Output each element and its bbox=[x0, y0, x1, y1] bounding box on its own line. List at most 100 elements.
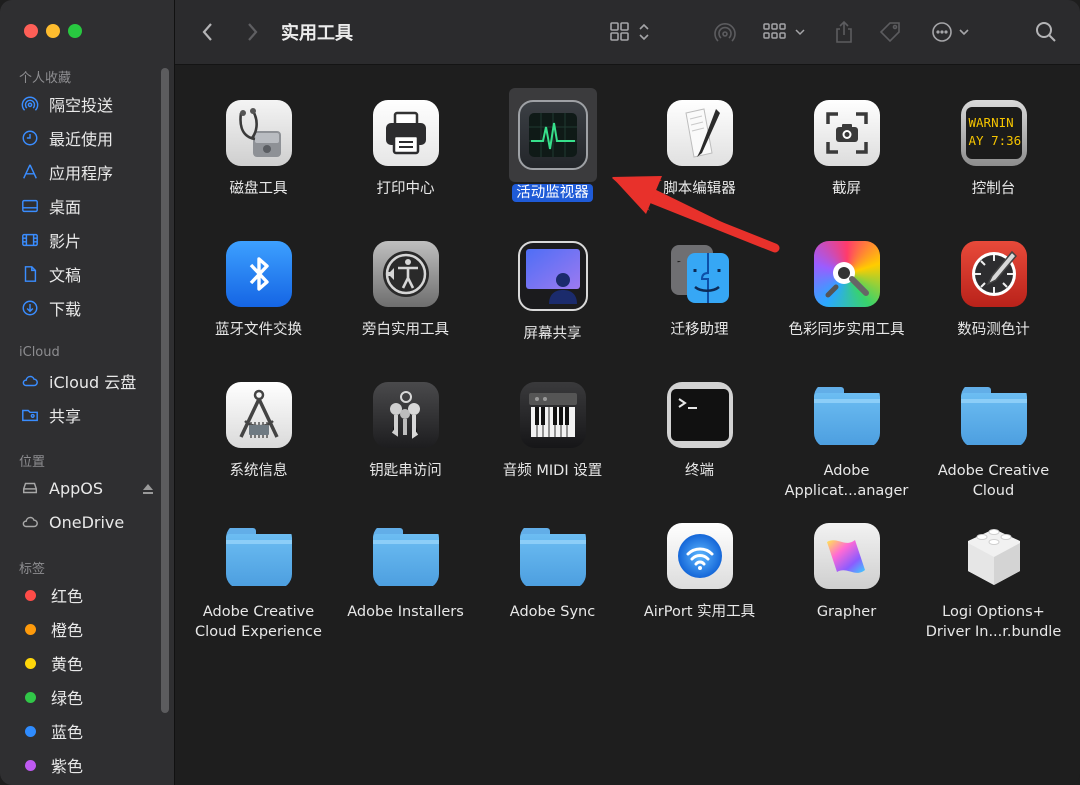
search-icon bbox=[1036, 22, 1056, 42]
grid-item-adobe-cc-experience[interactable]: Adobe Creative Cloud Experience bbox=[185, 523, 332, 642]
sidebar-item-shared[interactable]: 共享 bbox=[20, 401, 155, 429]
grid-item-adobe-application-manager[interactable]: Adobe Applicat...anager bbox=[773, 382, 920, 501]
sidebar-section-tags: 标签 bbox=[19, 562, 46, 577]
bluetooth-icon bbox=[225, 241, 292, 307]
sidebar-item-label: 紫色 bbox=[51, 757, 84, 776]
grid-item-system-information[interactable]: 系统信息 bbox=[185, 382, 332, 481]
minimize-window-button[interactable] bbox=[46, 24, 60, 38]
grid-item-logi-options-bundle[interactable]: Logi Options+ Driver In...r.bundle bbox=[920, 523, 1067, 642]
grid-item-grapher[interactable]: Grapher bbox=[773, 523, 920, 622]
back-button[interactable] bbox=[201, 20, 215, 44]
finder-window: 个人收藏 隔空投送 最近使用 应用程序 桌面 影片 文稿 下载 iCloud i… bbox=[0, 0, 1080, 785]
clock-icon bbox=[20, 128, 40, 148]
shared-folder-icon bbox=[20, 405, 40, 425]
item-label: 迁移助理 bbox=[670, 322, 729, 338]
grid-item-screen-sharing[interactable]: 屏幕共享 bbox=[479, 241, 626, 344]
screenshot-icon bbox=[813, 100, 880, 166]
sidebar-item-tag[interactable]: 红色 bbox=[20, 581, 155, 609]
desktop-icon bbox=[20, 196, 40, 216]
digital-color-meter-icon bbox=[960, 241, 1027, 307]
item-label: Adobe Installers bbox=[347, 604, 464, 620]
grid-item-colorsync-utility[interactable]: 色彩同步实用工具 bbox=[773, 241, 920, 340]
grid-item-keychain-access[interactable]: 钥匙串访问 bbox=[332, 382, 479, 481]
zoom-window-button[interactable] bbox=[68, 24, 82, 38]
apps-icon bbox=[20, 162, 40, 182]
grid-item-migration-assistant[interactable]: 迁移助理 bbox=[626, 241, 773, 340]
grid-item-terminal[interactable]: 终端 bbox=[626, 382, 773, 481]
grid-item-console[interactable]: WARNIN AY 7:36 控制台 bbox=[920, 100, 1067, 199]
sidebar-item-downloads[interactable]: 下载 bbox=[20, 294, 155, 322]
sidebar-scrollbar[interactable] bbox=[161, 68, 169, 713]
grid-item-screenshot[interactable]: 截屏 bbox=[773, 100, 920, 199]
sidebar-item-tag[interactable]: 橙色 bbox=[20, 615, 155, 643]
share-button[interactable] bbox=[834, 20, 854, 44]
sidebar-item-movies[interactable]: 影片 bbox=[20, 226, 155, 254]
item-label: 屏幕共享 bbox=[523, 326, 582, 342]
ellipsis-circle-icon bbox=[932, 22, 969, 42]
system-information-icon bbox=[225, 382, 292, 448]
grid-item-voiceover-utility[interactable]: 旁白实用工具 bbox=[332, 241, 479, 340]
folder-icon bbox=[225, 523, 292, 589]
item-label: 蓝牙文件交换 bbox=[215, 322, 302, 338]
grid-item-audio-midi-setup[interactable]: 音频 MIDI 设置 bbox=[479, 382, 626, 481]
sidebar-item-label: 下载 bbox=[49, 300, 82, 319]
grid-item-adobe-installers[interactable]: Adobe Installers bbox=[332, 523, 479, 622]
icon-view-grid-icon bbox=[610, 22, 649, 41]
selection-highlight bbox=[508, 88, 597, 182]
sidebar-item-documents[interactable]: 文稿 bbox=[20, 260, 155, 288]
activity-monitor-icon bbox=[517, 100, 588, 170]
sidebar-item-label: 红色 bbox=[51, 587, 84, 606]
folder-icon bbox=[960, 382, 1027, 448]
grid-item-print-center[interactable]: 打印中心 bbox=[332, 100, 479, 199]
item-label: 磁盘工具 bbox=[229, 181, 288, 197]
airdrop-icon bbox=[20, 94, 40, 114]
sidebar-item-tag[interactable]: 绿色 bbox=[20, 683, 155, 711]
more-actions-button[interactable] bbox=[931, 20, 973, 44]
grid-item-bluetooth-file-exchange[interactable]: 蓝牙文件交换 bbox=[185, 241, 332, 340]
item-label: 钥匙串访问 bbox=[369, 463, 442, 479]
sidebar-item-label: iCloud 云盘 bbox=[49, 373, 137, 392]
item-label: Adobe Creative Cloud bbox=[937, 463, 1050, 499]
grid-item-script-editor[interactable]: 脚本编辑器 bbox=[626, 100, 773, 199]
sidebar-item-onedrive[interactable]: OneDrive bbox=[20, 508, 155, 536]
tag-color-dot-icon bbox=[25, 657, 36, 669]
airdrop-toolbar-button[interactable] bbox=[713, 20, 737, 44]
sidebar-item-applications[interactable]: 应用程序 bbox=[20, 158, 155, 186]
sidebar-item-tag[interactable]: 黄色 bbox=[20, 649, 155, 677]
sidebar-item-label: 蓝色 bbox=[51, 723, 84, 742]
item-label: Adobe Applicat...anager bbox=[784, 463, 909, 499]
item-label: 控制台 bbox=[971, 181, 1016, 197]
sidebar-item-label: OneDrive bbox=[49, 512, 125, 532]
sidebar-item-tag[interactable]: 紫色 bbox=[20, 751, 155, 779]
film-icon bbox=[20, 230, 40, 250]
sidebar-item-label: 绿色 bbox=[51, 689, 84, 708]
item-label: Grapher bbox=[816, 604, 877, 620]
forward-button[interactable] bbox=[245, 20, 259, 44]
close-window-button[interactable] bbox=[24, 24, 38, 38]
sidebar-item-appos[interactable]: AppOS bbox=[20, 474, 155, 502]
grid-item-disk-utility[interactable]: 磁盘工具 bbox=[185, 100, 332, 199]
sidebar-item-desktop[interactable]: 桌面 bbox=[20, 192, 155, 220]
view-mode-button[interactable] bbox=[610, 20, 652, 44]
sidebar-item-icloud-drive[interactable]: iCloud 云盘 bbox=[20, 367, 155, 395]
file-grid: 磁盘工具 打印中心 活动监视器 脚本编辑器 截屏 WARNIN AY 7:36 … bbox=[175, 65, 1080, 785]
sidebar-item-label: 应用程序 bbox=[49, 164, 114, 183]
grid-item-adobe-creative-cloud[interactable]: Adobe Creative Cloud bbox=[920, 382, 1067, 501]
sidebar-item-label: AppOS bbox=[49, 478, 104, 498]
grid-item-airport-utility[interactable]: AirPort 实用工具 bbox=[626, 523, 773, 622]
tag-color-dot-icon bbox=[25, 725, 36, 737]
sidebar-item-tag[interactable]: 蓝色 bbox=[20, 717, 155, 745]
grid-item-adobe-sync[interactable]: Adobe Sync bbox=[479, 523, 626, 622]
grid-item-activity-monitor[interactable]: 活动监视器 bbox=[479, 88, 626, 203]
item-label: Adobe Creative Cloud Experience bbox=[195, 604, 322, 640]
tag-color-dot-icon bbox=[25, 623, 36, 635]
tag-button[interactable] bbox=[878, 20, 904, 44]
console-screen-line: WARNIN bbox=[968, 115, 1014, 130]
group-by-button[interactable] bbox=[763, 20, 809, 44]
grid-item-digital-color-meter[interactable]: 数码测色计 bbox=[920, 241, 1067, 340]
sidebar-item-airdrop[interactable]: 隔空投送 bbox=[20, 90, 155, 118]
search-button[interactable] bbox=[1035, 20, 1057, 44]
sidebar-item-recents[interactable]: 最近使用 bbox=[20, 124, 155, 152]
eject-icon[interactable] bbox=[141, 481, 155, 495]
screen-sharing-icon bbox=[517, 241, 588, 311]
